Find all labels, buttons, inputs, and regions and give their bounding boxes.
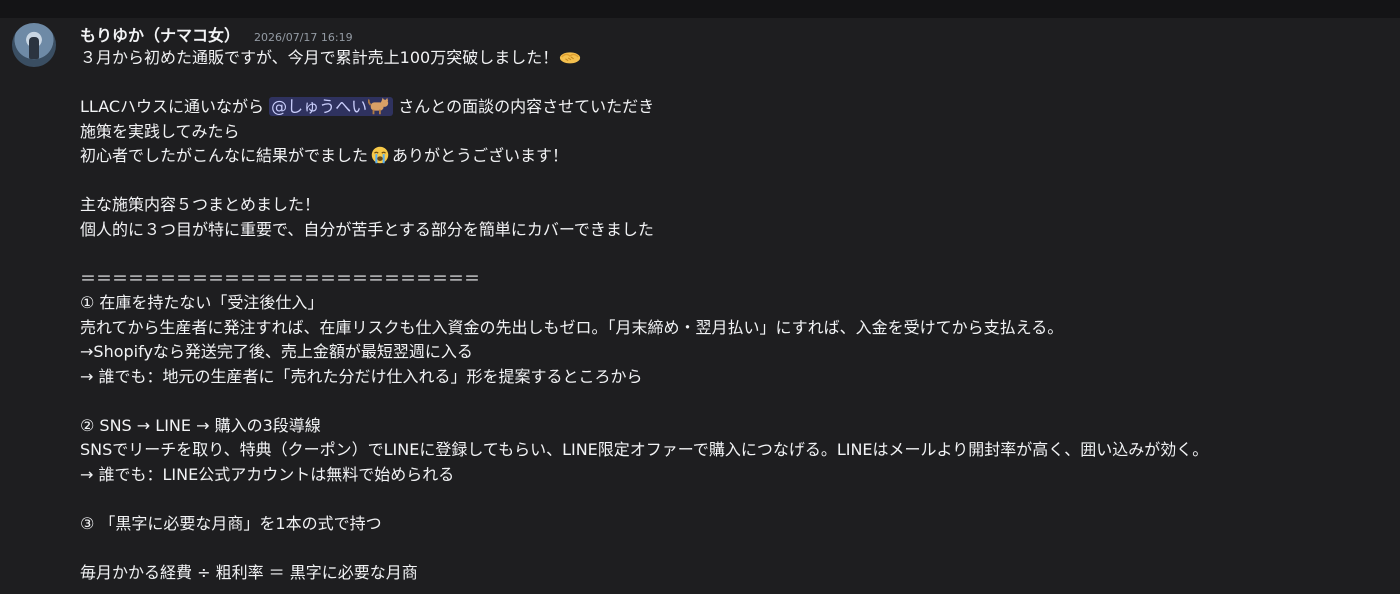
message-line: ① 在庫を持たない「受注後仕入」	[80, 291, 1390, 316]
user-mention[interactable]: @しゅうへい	[269, 97, 394, 116]
message-line: →Shopifyなら発送完了後、売上金額が最短翌週に入る	[80, 340, 1390, 365]
line-text: 個人的に３つ目が特に重要で、自分が苦手とする部分を簡単にカバーできました	[80, 219, 654, 239]
line-text: → 誰でも：LINE公式アカウントは無料で始められる	[80, 464, 455, 484]
message-line: 初心者でしたがこんなに結果がでました ありがとうございます！	[80, 144, 1390, 169]
line-text: SNSでリーチを取り、特典（クーポン）でLINEに登録してもらい、LINE限定オ…	[80, 440, 1209, 459]
message-line: 毎月かかる経費 ÷ 粗利率 ＝ 黒字に必要な月商	[80, 561, 1390, 586]
message-line: 個人的に３つ目が特に重要で、自分が苦手とする部分を簡単にカバーできました	[80, 218, 1390, 243]
message-line: 施策を実践してみたら	[80, 120, 1390, 145]
user-avatar[interactable]	[12, 23, 56, 67]
message-line: ② SNS → LINE → 購入の3段導線	[80, 414, 1390, 439]
message-line: → 誰でも：LINE公式アカウントは無料で始められる	[80, 463, 1390, 488]
handshake-emoji-icon	[560, 52, 581, 64]
message-line: ③ 「黒字に必要な月商」を1本の式で持つ	[80, 512, 1390, 537]
cat-emoji-icon	[368, 97, 389, 115]
message-line: 主な施策内容５つまとめました！	[80, 193, 1390, 218]
message-line: 売れてから生産者に発注すれば、在庫リスクも仕入資金の先出しもゼロ。「月末締め・翌…	[80, 316, 1390, 341]
author-name[interactable]: もりゆか（ナマコ女）	[80, 22, 240, 46]
line-text: ありがとうございます！	[392, 146, 569, 165]
line-text: → 誰でも：地元の生産者に「売れた分だけ仕入れる」形を提案するところから	[80, 366, 643, 386]
message-body: ３月から初めた通販ですが、今月で累計売上100万突破しました！ LLACハウスに…	[80, 46, 1390, 585]
line-text: ③ 「黒字に必要な月商」を1本の式で持つ	[80, 513, 382, 533]
line-text: 施策を実践してみたら	[80, 121, 240, 141]
message-line: → 誰でも：地元の生産者に「売れた分だけ仕入れる」形を提案するところから	[80, 365, 1390, 390]
line-text: 売れてから生産者に発注すれば、在庫リスクも仕入資金の先出しもゼロ。「月末締め・翌…	[80, 317, 1064, 337]
message-timestamp: 2026/07/17 16:19	[254, 31, 353, 44]
line-text: ① 在庫を持たない「受注後仕入」	[80, 293, 324, 312]
message-line: ３月から初めた通販ですが、今月で累計売上100万突破しました！	[80, 46, 1390, 71]
line-text: さんとの面談の内容させていただき	[393, 97, 655, 116]
divider-line: ＝＝＝＝＝＝＝＝＝＝＝＝＝＝＝＝＝＝＝＝＝＝＝＝＝	[80, 267, 1390, 292]
line-text: LLACハウスに通いながら	[80, 97, 270, 116]
line-text: ＝＝＝＝＝＝＝＝＝＝＝＝＝＝＝＝＝＝＝＝＝＝＝＝＝	[80, 268, 481, 288]
chat-message[interactable]: もりゆか（ナマコ女） 2026/07/17 16:19 ３月から初めた通販ですが…	[0, 18, 1400, 594]
line-text: 初心者でしたがこんなに結果がでました	[80, 146, 369, 165]
line-text: 主な施策内容５つまとめました！	[80, 195, 321, 214]
message-line: LLACハウスに通いながら @しゅうへい さんとの面談の内容させていただき	[80, 95, 1390, 120]
mention-text: @しゅうへい	[271, 97, 368, 116]
message-header: もりゆか（ナマコ女） 2026/07/17 16:19	[80, 22, 353, 46]
top-bar	[0, 0, 1400, 18]
line-text: ② SNS → LINE → 購入の3段導線	[80, 415, 321, 435]
message-line: SNSでリーチを取り、特典（クーポン）でLINEに登録してもらい、LINE限定オ…	[80, 438, 1390, 463]
line-text: 毎月かかる経費 ÷ 粗利率 ＝ 黒字に必要な月商	[80, 562, 418, 582]
avatar-figure	[29, 37, 39, 59]
line-text: ３月から初めた通販ですが、今月で累計売上100万突破しました！	[80, 48, 559, 67]
line-text: →Shopifyなら発送完了後、売上金額が最短翌週に入る	[80, 342, 473, 361]
crying-face-emoji-icon	[371, 146, 389, 164]
